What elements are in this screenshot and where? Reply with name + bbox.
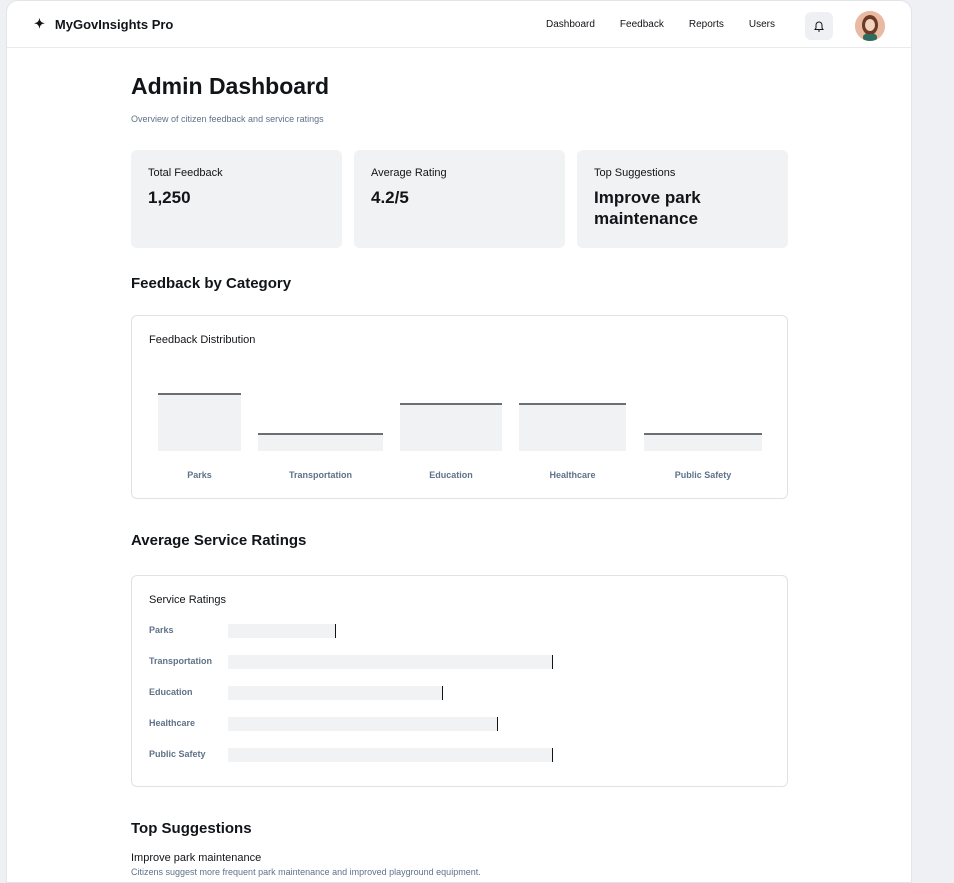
feedback-distribution-chart: Feedback Distribution Parks Transportatio… — [131, 315, 788, 499]
stat-card-top-suggestions: Top Suggestions Improve park maintenance — [577, 150, 788, 248]
page-title: Admin Dashboard — [131, 73, 330, 99]
chart-title: Service Ratings — [149, 594, 227, 606]
rating-marker — [442, 686, 443, 700]
bar-healthcare — [519, 403, 626, 451]
stat-value: 4.2/5 — [371, 188, 409, 207]
stat-value: 1,250 — [148, 188, 191, 207]
bar-parks — [158, 393, 241, 451]
sparkle-icon: ✦ — [34, 16, 45, 31]
app-window: ✦ MyGovInsights Pro Dashboard Feedback R… — [6, 0, 912, 883]
rating-bar-education — [228, 686, 442, 700]
avatar-image — [855, 11, 885, 41]
rating-bar-parks — [228, 624, 335, 638]
chart-title: Feedback Distribution — [149, 334, 256, 346]
rating-label: Transportation — [149, 656, 213, 666]
stat-value: Improve park maintenance — [594, 188, 701, 228]
main-nav: Dashboard Feedback Reports Users — [546, 1, 800, 48]
nav-users[interactable]: Users — [749, 19, 775, 30]
rating-bar-transportation — [228, 655, 552, 669]
rating-label: Public Safety — [149, 749, 206, 759]
rating-label: Education — [149, 687, 193, 697]
rating-bar-public-safety — [228, 748, 552, 762]
category-label: Healthcare — [549, 470, 596, 480]
brand[interactable]: ✦ MyGovInsights Pro — [34, 16, 173, 32]
category-label: Parks — [187, 470, 212, 480]
stat-card-total-feedback: Total Feedback 1,250 — [131, 150, 342, 248]
stat-label: Total Feedback — [148, 167, 223, 179]
main-content: Admin Dashboard Overview of citizen feed… — [131, 48, 788, 877]
section-heading-category: Feedback by Category — [131, 275, 292, 292]
rating-marker — [552, 748, 553, 762]
nav-feedback[interactable]: Feedback — [620, 19, 664, 30]
stat-card-average-rating: Average Rating 4.2/5 — [354, 150, 565, 248]
bar-transportation — [258, 433, 383, 451]
category-label: Education — [429, 470, 473, 480]
suggestion-title: Improve park maintenance — [131, 852, 262, 864]
section-heading-ratings: Average Service Ratings — [131, 532, 307, 549]
section-heading-suggestions: Top Suggestions — [131, 820, 252, 837]
service-ratings-chart: Service Ratings Parks Transportation Educa… — [131, 575, 788, 787]
rating-marker — [552, 655, 553, 669]
top-navigation-bar: ✦ MyGovInsights Pro Dashboard Feedback R… — [7, 1, 911, 48]
stat-label: Top Suggestions — [594, 167, 676, 179]
bar-education — [400, 403, 502, 451]
bell-icon — [814, 21, 824, 31]
rating-bar-healthcare — [228, 717, 497, 731]
app-name: MyGovInsights Pro — [54, 16, 174, 32]
category-label: Transportation — [288, 470, 352, 480]
rating-marker — [497, 717, 498, 731]
category-label: Public Safety — [674, 470, 732, 480]
rating-label: Parks — [149, 625, 174, 635]
stats-row: Total Feedback 1,250 Average Rating 4.2/… — [131, 150, 788, 248]
rating-marker — [335, 624, 336, 638]
bar-public-safety — [644, 433, 762, 451]
nav-dashboard[interactable]: Dashboard — [546, 19, 595, 30]
page-subtitle: Overview of citizen feedback and service… — [131, 114, 324, 124]
nav-reports[interactable]: Reports — [689, 19, 724, 30]
suggestion-description: Citizens suggest more frequent park main… — [131, 867, 481, 877]
notifications-button[interactable] — [805, 12, 833, 40]
stat-label: Average Rating — [371, 167, 447, 179]
rating-label: Healthcare — [149, 718, 196, 728]
user-avatar[interactable] — [855, 11, 885, 41]
